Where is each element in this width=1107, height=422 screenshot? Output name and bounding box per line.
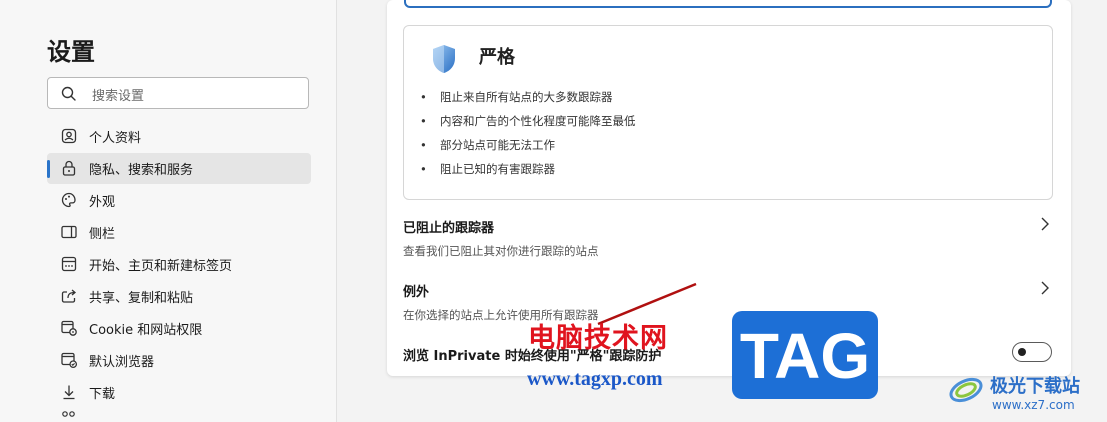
search-icon — [61, 86, 76, 101]
blocked-trackers-subtitle: 查看我们已阻止其对你进行跟踪的站点 — [403, 244, 599, 258]
watermark-url: www.tagxp.com — [527, 368, 663, 390]
blocked-trackers-title: 已阻止的跟踪器 — [403, 221, 495, 236]
sidebar-item-label: 默认浏览器 — [89, 355, 155, 370]
lock-icon — [62, 160, 76, 176]
shield-icon — [433, 45, 455, 73]
search-placeholder: 搜索设置 — [92, 89, 145, 104]
sidebar-title: 设置 — [47, 38, 95, 66]
sidebar-item-label: 个人资料 — [89, 131, 142, 146]
strict-bullet: • 部分站点可能无法工作 — [420, 138, 555, 152]
sidebar-item-sidebar[interactable]: 侧栏 — [47, 217, 311, 248]
sidebar-item-label: Cookie 和网站权限 — [89, 323, 203, 338]
profile-icon — [61, 128, 77, 144]
site-name: 极光下载站 — [990, 376, 1080, 397]
balanced-option-card[interactable] — [404, 0, 1052, 8]
palette-icon — [61, 192, 76, 208]
sidebar-item-default-browser[interactable]: 默认浏览器 — [47, 345, 311, 376]
strict-title: 严格 — [479, 47, 515, 68]
strict-bullet: • 阻止已知的有害跟踪器 — [420, 162, 555, 176]
sidebar-item-label: 侧栏 — [89, 227, 116, 242]
exceptions-title: 例外 — [403, 285, 430, 300]
browser-icon — [61, 352, 78, 369]
settings-sidebar: 设置 搜索设置 个人资料 隐私、搜索和服务 外观 侧栏 开始、主页和新建标签页 … — [0, 0, 337, 422]
chevron-right-icon — [1041, 281, 1049, 295]
sidebar-item-share[interactable]: 共享、复制和粘贴 — [47, 281, 311, 312]
site-url: www.xz7.com — [992, 398, 1075, 412]
strict-option-card[interactable]: 严格 • 阻止来自所有站点的大多数跟踪器 • 内容和广告的个性化程度可能降至最低 •… — [403, 25, 1053, 200]
sidebar-item-label: 共享、复制和粘贴 — [89, 291, 194, 306]
share-icon — [61, 289, 77, 303]
chevron-right-icon — [1041, 217, 1049, 231]
download-icon — [63, 385, 75, 400]
sidebar-icon — [61, 225, 77, 239]
watermark-text: 电脑技术网 — [528, 323, 668, 354]
family-icon — [62, 411, 75, 417]
tag-logo-text: TAG — [739, 320, 871, 392]
strict-bullet: • 内容和广告的个性化程度可能降至最低 — [420, 114, 636, 128]
site-logo-icon — [949, 377, 983, 403]
sidebar-item-label: 隐私、搜索和服务 — [89, 163, 194, 178]
strict-bullet: • 阻止来自所有站点的大多数跟踪器 — [420, 90, 613, 104]
sidebar-item-start-home[interactable]: 开始、主页和新建标签页 — [47, 249, 311, 280]
sidebar-item-label: 开始、主页和新建标签页 — [89, 259, 233, 274]
sidebar-item-appearance[interactable]: 外观 — [47, 185, 311, 216]
sidebar-item-privacy[interactable]: 隐私、搜索和服务 — [47, 153, 311, 184]
toggle-knob — [1018, 348, 1026, 356]
sidebar-item-profile[interactable]: 个人资料 — [47, 121, 311, 152]
sidebar-item-label: 外观 — [89, 195, 116, 210]
home-tabs-icon — [61, 256, 77, 272]
sidebar-item-cookies[interactable]: Cookie 和网站权限 — [47, 313, 311, 344]
sidebar-item-downloads[interactable]: 下载 — [47, 377, 311, 408]
inprivate-strict-toggle[interactable] — [1012, 342, 1052, 362]
cookie-icon — [61, 320, 77, 336]
search-input[interactable]: 搜索设置 — [47, 77, 309, 109]
sidebar-item-label: 下载 — [89, 387, 116, 402]
tag-logo: TAG — [732, 311, 878, 399]
active-indicator — [47, 160, 50, 178]
